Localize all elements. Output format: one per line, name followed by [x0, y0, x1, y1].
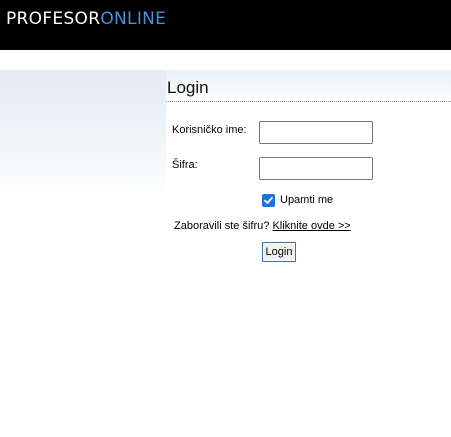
forgot-password-link[interactable]: Kliknite ovde >>: [272, 220, 350, 232]
login-button[interactable]: Login: [262, 242, 296, 262]
header-bar: PROFESORONLINE: [0, 0, 451, 50]
remember-me-row: Upamti me: [262, 193, 333, 207]
forgot-password-row: Zaboravili ste šifru? Kliknite ovde >>: [174, 219, 351, 233]
site-logo[interactable]: PROFESORONLINE: [6, 9, 166, 29]
remember-me-checkbox[interactable]: [262, 193, 275, 207]
password-label: Šifra:: [172, 159, 198, 171]
checkmark-icon: [264, 196, 273, 204]
left-sidebar: [0, 70, 166, 200]
logo-text-online: ONLINE: [100, 9, 167, 29]
remember-me-label[interactable]: Upamti me: [280, 193, 333, 207]
page-title: Login: [167, 78, 209, 97]
username-label: Korisničko ime:: [172, 124, 247, 136]
password-input[interactable]: [259, 157, 373, 180]
title-divider: [166, 101, 451, 102]
forgot-password-text: Zaboravili ste šifru?: [174, 220, 270, 232]
title-band: [166, 70, 451, 102]
header-spacer: [0, 50, 451, 70]
username-input[interactable]: [259, 121, 373, 144]
logo-text-profesor: PROFESOR: [6, 9, 101, 29]
